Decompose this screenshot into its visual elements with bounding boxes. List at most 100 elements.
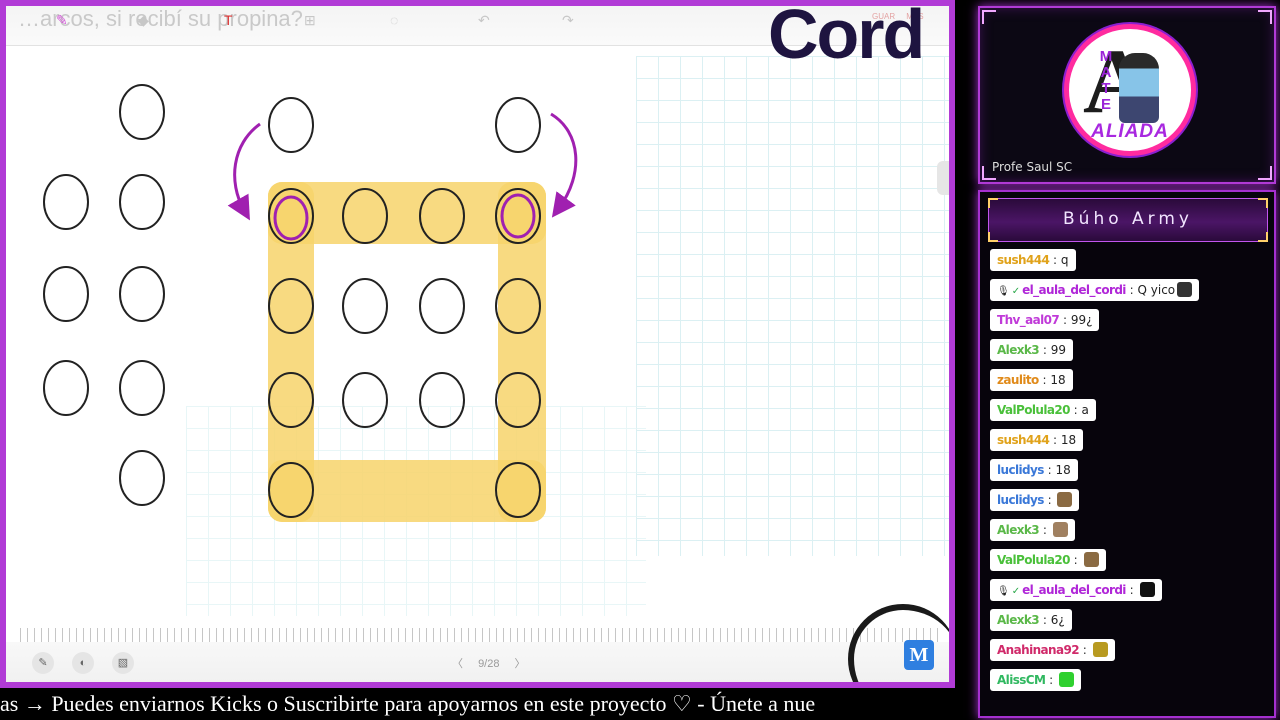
bottom-toolbar: ✎ ◐ ▧ 〈 9/28 〉 bbox=[6, 642, 949, 682]
circle bbox=[43, 174, 89, 230]
verified-badge-icon: ✓ bbox=[1011, 286, 1021, 297]
chat-username[interactable]: Anahinana92 bbox=[997, 643, 1080, 657]
circle bbox=[419, 278, 465, 334]
chat-message: Alexk3 : 99 bbox=[990, 339, 1073, 361]
page-pager: 〈 9/28 〉 bbox=[446, 655, 532, 671]
chat-message: 🎙 ✓ el_aula_del_cordi : Q yico bbox=[990, 279, 1200, 301]
page-indicator: 9/28 bbox=[478, 658, 500, 670]
chat-separator: : bbox=[1069, 403, 1082, 417]
chat-title: Búho Army bbox=[1063, 209, 1193, 229]
chat-username[interactable]: ValPolula20 bbox=[997, 403, 1070, 417]
circle bbox=[119, 360, 165, 416]
chat-message: ValPolula20 : a bbox=[990, 399, 1096, 421]
corner-logo-badge: M bbox=[904, 640, 934, 670]
image-tool-icon[interactable]: ▧ bbox=[112, 652, 134, 674]
chat-message: luclidys : 18 bbox=[990, 459, 1078, 481]
chat-text: 99 bbox=[1050, 343, 1066, 357]
chat-separator: : bbox=[1078, 643, 1091, 657]
arrow-left bbox=[227, 122, 261, 221]
channel-logo: A M A T E ALIADA bbox=[1064, 24, 1196, 156]
ruler-strip bbox=[20, 628, 940, 642]
streamer-name: Profe Saul SC bbox=[992, 160, 1073, 174]
chat-message: 🎙 ✓ el_aula_del_cordi : bbox=[990, 579, 1162, 601]
circle bbox=[119, 450, 165, 506]
chat-message: Alexk3 : 6¿ bbox=[990, 609, 1072, 631]
chat-separator: : bbox=[1125, 283, 1138, 297]
chat-message: Thv_aal07 : 99¿ bbox=[990, 309, 1100, 331]
arrow-right bbox=[550, 112, 578, 218]
chat-separator: : bbox=[1043, 463, 1056, 477]
chat-separator: : bbox=[1069, 553, 1082, 567]
verified-badge-icon: ✓ bbox=[1011, 586, 1021, 597]
chat-text: 18 bbox=[1055, 463, 1071, 477]
emote-icon bbox=[1139, 582, 1155, 597]
chat-username[interactable]: Alexk3 bbox=[997, 343, 1040, 357]
chat-separator: : bbox=[1049, 433, 1061, 447]
chat-message: Anahinana92 : bbox=[990, 639, 1115, 661]
circle bbox=[268, 97, 314, 153]
emote-icon bbox=[1177, 282, 1193, 297]
chat-message: sush444 : 18 bbox=[990, 429, 1084, 451]
circle bbox=[342, 278, 388, 334]
circle bbox=[119, 266, 165, 322]
logo-letters: M A T E bbox=[1099, 48, 1113, 113]
highlight-square bbox=[268, 182, 546, 522]
circle bbox=[342, 372, 388, 428]
chat-separator: : bbox=[1059, 313, 1071, 327]
ticker-text: as → Puedes enviarnos Kicks o Suscribirt… bbox=[0, 691, 816, 716]
chat-username[interactable]: el_aula_del_cordi bbox=[1022, 583, 1126, 597]
circle bbox=[43, 266, 89, 322]
chat-text: a bbox=[1081, 403, 1089, 417]
chat-message: zaulito : 18 bbox=[990, 369, 1073, 391]
circle bbox=[495, 97, 541, 153]
chat-username[interactable]: Thv_aal07 bbox=[997, 313, 1060, 327]
chat-username[interactable]: ValPolula20 bbox=[997, 553, 1070, 567]
chat-separator: : bbox=[1043, 493, 1056, 507]
circle bbox=[119, 84, 165, 140]
chat-username[interactable]: AlissCM bbox=[997, 673, 1046, 687]
chat-username[interactable]: Alexk3 bbox=[997, 523, 1040, 537]
whiteboard-frame: …arcos, si recibí su propina? ✎ ◆ T ⊞ ◌ … bbox=[0, 0, 955, 688]
circle bbox=[419, 372, 465, 428]
camera-frame: A M A T E ALIADA Profe Saul SC bbox=[978, 6, 1276, 184]
chat-message: Alexk3 : bbox=[990, 519, 1075, 541]
chat-separator: : bbox=[1038, 373, 1051, 387]
emote-icon bbox=[1057, 492, 1073, 507]
chat-separator: : bbox=[1039, 343, 1051, 357]
chat-message-list: sush444 : q 🎙 ✓ el_aula_del_cordi : Q yico T… bbox=[990, 249, 1270, 699]
chat-message: sush444 : q bbox=[990, 249, 1076, 271]
chat-header: Búho Army bbox=[988, 198, 1268, 242]
chat-username[interactable]: sush444 bbox=[997, 253, 1050, 267]
chat-separator: : bbox=[1045, 673, 1058, 687]
chat-separator: : bbox=[1049, 253, 1061, 267]
chat-username[interactable]: luclidys bbox=[997, 463, 1044, 477]
chat-username[interactable]: Alexk3 bbox=[997, 613, 1040, 627]
chat-text: q bbox=[1060, 253, 1069, 267]
chat-text: 18 bbox=[1060, 433, 1077, 447]
emote-icon bbox=[1052, 522, 1068, 537]
left-figure bbox=[43, 84, 165, 506]
circle bbox=[119, 174, 165, 230]
logo-character bbox=[1119, 53, 1159, 123]
prev-page-button[interactable]: 〈 bbox=[452, 658, 463, 670]
chat-username[interactable]: zaulito bbox=[997, 373, 1039, 387]
mod-badge-icon: 🎙 bbox=[997, 586, 1010, 597]
emote-icon bbox=[1083, 552, 1099, 567]
pencil-tool-icon[interactable]: ✎ bbox=[32, 652, 54, 674]
emote-icon bbox=[1092, 642, 1108, 657]
chat-separator: : bbox=[1039, 613, 1051, 627]
chat-username[interactable]: sush444 bbox=[997, 433, 1050, 447]
fill-tool-icon[interactable]: ◐ bbox=[72, 652, 94, 674]
chat-text: 6¿ bbox=[1050, 613, 1065, 627]
chat-message: ValPolula20 : bbox=[990, 549, 1106, 571]
circle bbox=[43, 360, 89, 416]
chat-separator: : bbox=[1125, 583, 1138, 597]
chat-message: luclidys : bbox=[990, 489, 1080, 511]
whiteboard-canvas[interactable]: …arcos, si recibí su propina? ✎ ◆ T ⊞ ◌ … bbox=[6, 6, 949, 682]
next-page-button[interactable]: 〉 bbox=[515, 658, 526, 670]
chat-text: Q yico bbox=[1137, 283, 1176, 297]
logo-word: ALIADA bbox=[1091, 121, 1169, 142]
chat-username[interactable]: luclidys bbox=[997, 493, 1044, 507]
chat-panel: Búho Army sush444 : q 🎙 ✓ el_aula_del_cordi… bbox=[978, 190, 1276, 718]
chat-username[interactable]: el_aula_del_cordi bbox=[1022, 283, 1126, 297]
